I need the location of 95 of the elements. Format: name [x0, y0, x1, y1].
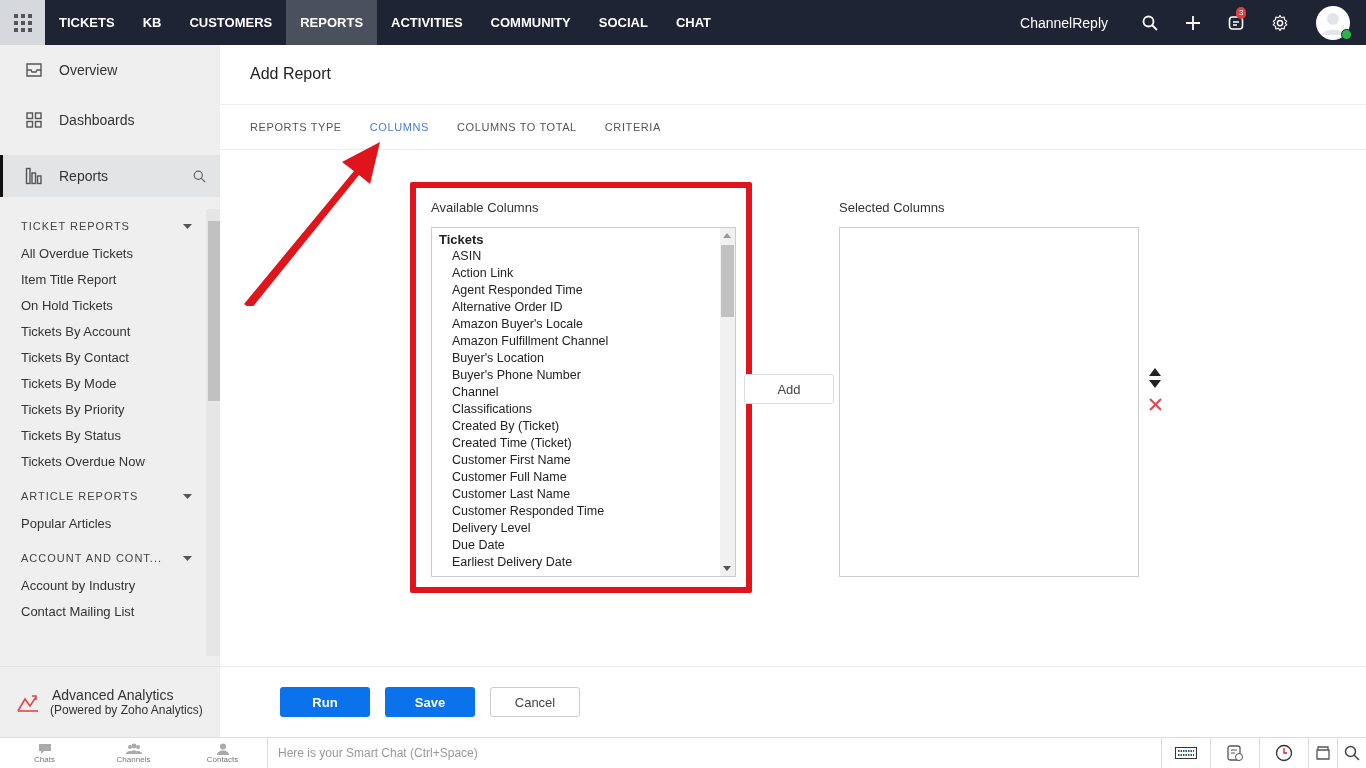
nav-tab[interactable]: CUSTOMERS: [175, 0, 287, 45]
selected-columns-label: Selected Columns: [839, 200, 946, 215]
column-option[interactable]: Amazon Fulfillment Channel: [439, 334, 720, 351]
search-icon[interactable]: [1344, 745, 1360, 761]
analytics-title[interactable]: Advanced Analytics: [52, 687, 203, 703]
available-columns-label: Available Columns: [431, 200, 540, 215]
step-tab[interactable]: COLUMNS TO TOTAL: [457, 121, 577, 133]
report-link[interactable]: Popular Articles: [21, 515, 206, 541]
search-icon[interactable]: [1142, 14, 1158, 31]
chat-bubble-icon: [36, 742, 53, 755]
column-group: Tickets: [439, 232, 720, 249]
report-group-title: ARTICLE REPORTS: [21, 490, 139, 502]
people-icon: [125, 742, 142, 755]
grid-icon: [13, 13, 32, 32]
add-button[interactable]: Add: [744, 374, 834, 404]
column-option[interactable]: Customer First Name: [439, 453, 720, 470]
column-option[interactable]: Channel: [439, 385, 720, 402]
scrollbar[interactable]: [206, 209, 220, 656]
column-option[interactable]: Agent Responded Time: [439, 283, 720, 300]
online-status-dot: [1341, 28, 1352, 40]
analytics-subtitle: (Powered by Zoho Analytics): [50, 703, 203, 717]
report-link[interactable]: Tickets By Account: [21, 323, 206, 349]
tray-icon: [25, 61, 43, 79]
move-down-icon[interactable]: [1149, 380, 1161, 388]
nav-tab[interactable]: CHAT: [661, 0, 726, 45]
checklist-icon[interactable]: [1226, 744, 1244, 762]
column-option[interactable]: ASIN: [439, 249, 720, 266]
scroll-thumb[interactable]: [721, 245, 734, 317]
dashboard-icon: [25, 111, 43, 129]
step-tab[interactable]: REPORTS TYPE: [250, 121, 342, 133]
run-button[interactable]: Run: [280, 687, 370, 717]
avatar[interactable]: [1316, 5, 1350, 40]
step-tab[interactable]: CRITERIA: [604, 121, 661, 133]
report-link[interactable]: Tickets By Priority: [21, 401, 206, 427]
move-up-icon[interactable]: [1149, 368, 1161, 376]
chat-bar-tab[interactable]: Chats: [0, 742, 89, 764]
cancel-button[interactable]: Cancel: [490, 687, 580, 717]
report-link[interactable]: All Overdue Tickets: [21, 245, 206, 271]
clock-icon[interactable]: [1275, 744, 1293, 762]
sidebar-nav-item[interactable]: Overview: [0, 45, 220, 95]
column-option[interactable]: Delivery Level: [439, 521, 720, 538]
step-tab[interactable]: COLUMNS: [369, 121, 429, 133]
report-link[interactable]: Tickets By Status: [21, 427, 206, 453]
column-option[interactable]: Alternative Order ID: [439, 300, 720, 317]
nav-tab[interactable]: ACTIVITIES: [377, 0, 477, 45]
report-link[interactable]: On Hold Tickets: [21, 297, 206, 323]
scroll-thumb[interactable]: [208, 221, 220, 401]
report-link[interactable]: Contact Mailing List: [21, 603, 206, 629]
nav-tab[interactable]: SOCIAL: [584, 0, 662, 45]
nav-tab[interactable]: TICKETS: [45, 0, 129, 45]
report-group-title: ACCOUNT AND CONT...: [21, 552, 163, 564]
remove-icon[interactable]: [1149, 398, 1162, 411]
report-link[interactable]: Tickets Overdue Now: [21, 453, 206, 479]
column-option[interactable]: Customer Full Name: [439, 470, 720, 487]
plus-icon[interactable]: [1185, 14, 1201, 31]
chat-bar-tab[interactable]: Contacts: [178, 742, 267, 764]
nav-tab[interactable]: KB: [128, 0, 176, 45]
nav-tab[interactable]: REPORTS: [286, 0, 378, 45]
column-option[interactable]: Buyer's Location: [439, 351, 720, 368]
apps-menu-button[interactable]: [0, 0, 45, 45]
archive-icon[interactable]: [1315, 745, 1331, 761]
report-link[interactable]: Account by Industry: [21, 577, 206, 603]
caret-icon[interactable]: [183, 493, 192, 499]
settings-icon[interactable]: [1271, 13, 1289, 32]
report-link[interactable]: Item Title Report: [21, 271, 206, 297]
report-link[interactable]: Tickets By Mode: [21, 375, 206, 401]
bar-chart-icon: [25, 167, 43, 185]
sidebar-nav-item[interactable]: Dashboards: [0, 95, 220, 145]
notification-count: 3: [1236, 6, 1247, 19]
report-group-title: TICKET REPORTS: [21, 220, 130, 232]
person-icon: [214, 742, 231, 755]
column-option[interactable]: Created Time (Ticket): [439, 436, 720, 453]
page-title: Add Report: [220, 45, 1366, 105]
column-option[interactable]: Classifications: [439, 402, 720, 419]
keyboard-icon[interactable]: [1175, 747, 1197, 759]
scrollbar[interactable]: [720, 228, 735, 576]
column-option[interactable]: Earliest Delivery Date: [439, 555, 720, 572]
column-option[interactable]: Action Link: [439, 266, 720, 283]
caret-icon[interactable]: [183, 223, 192, 229]
org-name[interactable]: ChannelReply: [1020, 14, 1108, 31]
notification-icon[interactable]: [1228, 14, 1244, 31]
report-link[interactable]: Tickets By Contact: [21, 349, 206, 375]
column-option[interactable]: Customer Last Name: [439, 487, 720, 504]
scroll-down-icon[interactable]: [723, 566, 731, 571]
available-columns-list[interactable]: [431, 227, 736, 577]
column-option[interactable]: Due Date: [439, 538, 720, 555]
column-option[interactable]: Buyer's Phone Number: [439, 368, 720, 385]
save-button[interactable]: Save: [385, 687, 475, 717]
chat-bar-tab[interactable]: Channels: [89, 742, 178, 764]
column-option[interactable]: Customer Responded Time: [439, 504, 720, 521]
column-option[interactable]: Amazon Buyer's Locale: [439, 317, 720, 334]
sidebar-nav-item[interactable]: Reports: [0, 155, 220, 197]
nav-tab[interactable]: COMMUNITY: [476, 0, 585, 45]
column-option[interactable]: Created By (Ticket): [439, 419, 720, 436]
caret-icon[interactable]: [183, 555, 192, 561]
